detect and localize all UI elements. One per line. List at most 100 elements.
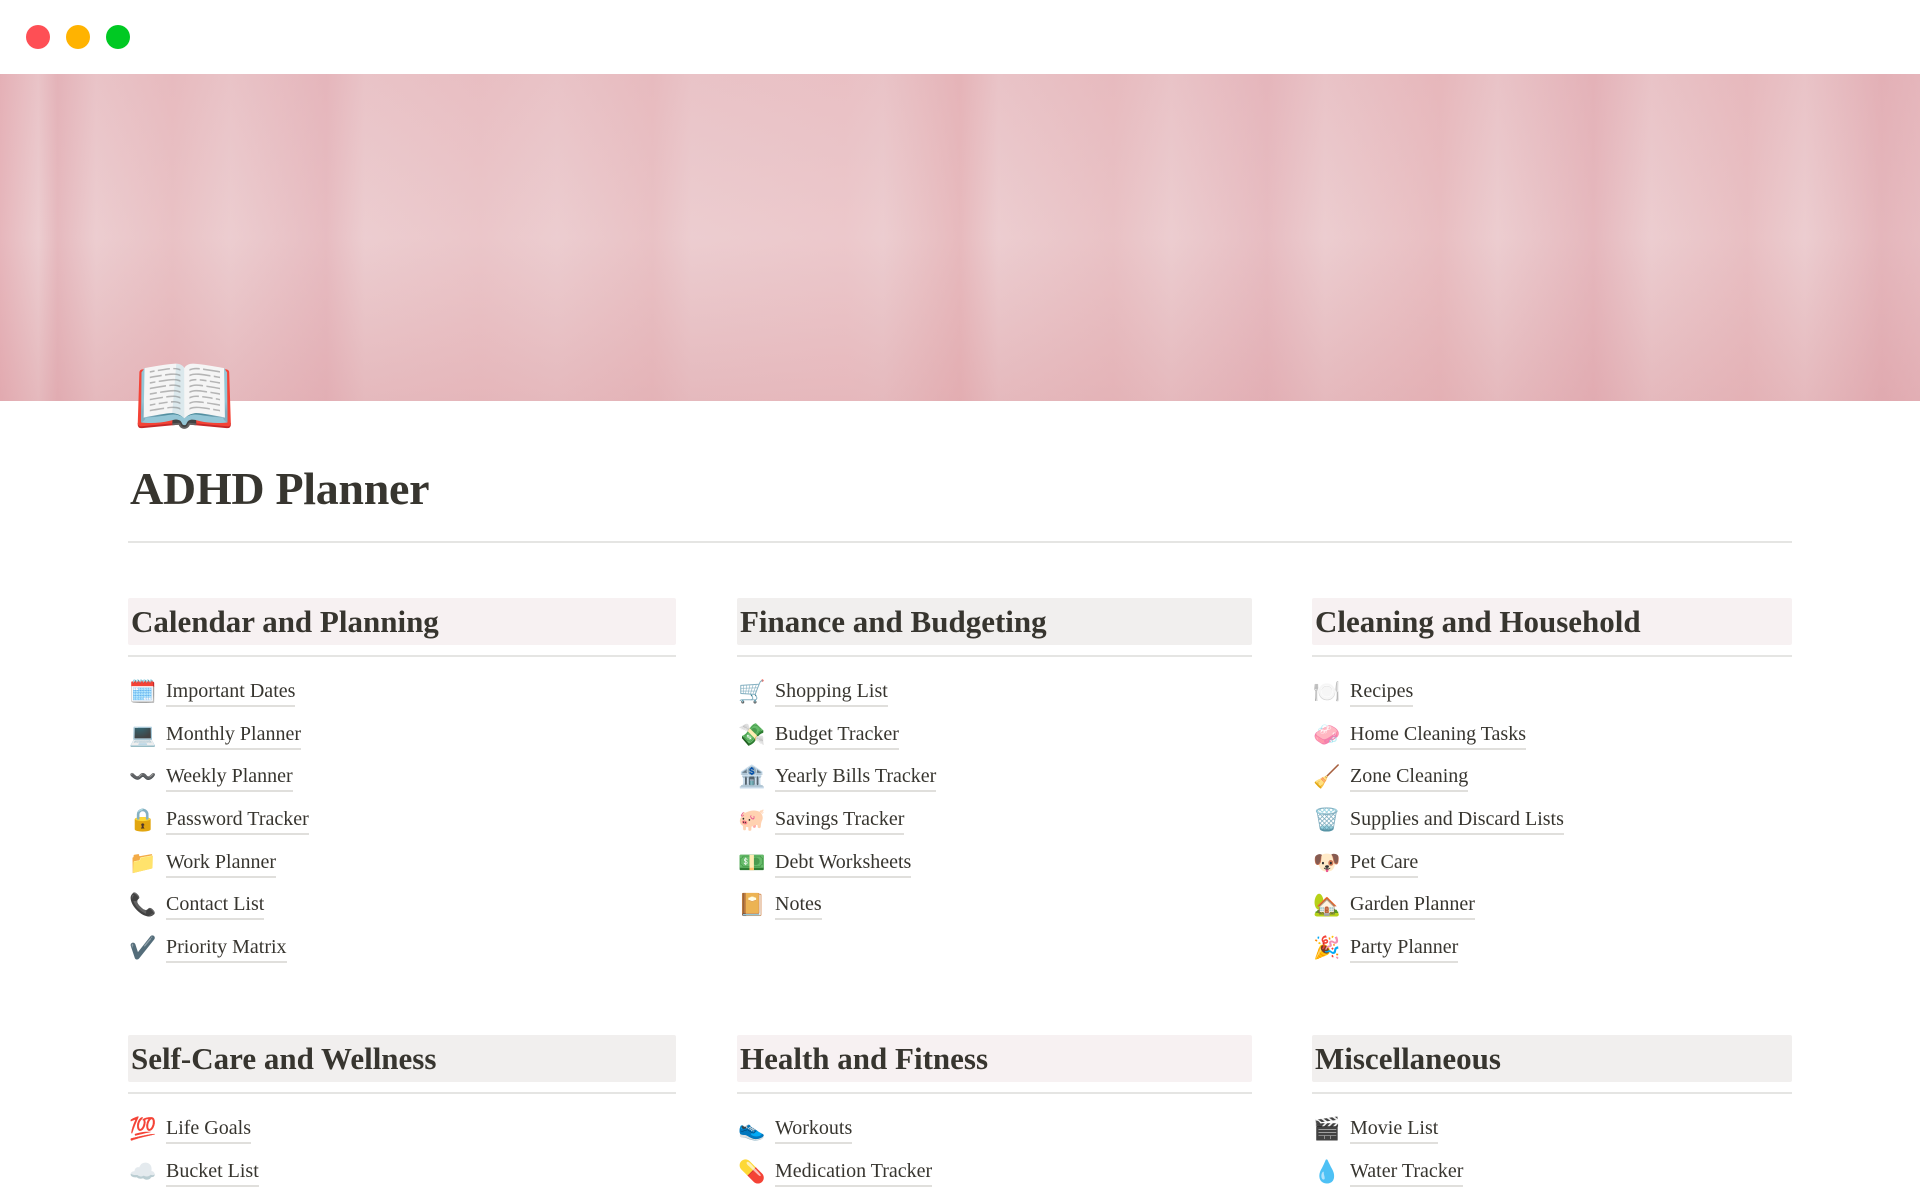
page-link-item[interactable]: 🧼 Home Cleaning Tasks — [1312, 714, 1792, 757]
page-link-item[interactable]: 💵 Debt Worksheets — [737, 842, 1252, 885]
page-link-item[interactable]: 💻 Monthly Planner — [128, 714, 676, 757]
section-divider — [737, 1092, 1252, 1094]
section-divider — [128, 1092, 676, 1094]
page-link-label[interactable]: Life Goals — [166, 1115, 251, 1144]
link-list: 💯 Life Goals ☁️ Bucket List — [128, 1108, 676, 1193]
page-link-label[interactable]: Work Planner — [166, 849, 277, 878]
section-finance-and-budgeting: Finance and Budgeting 🛒 Shopping List 💸 Bud… — [737, 598, 1252, 927]
page-link-item[interactable]: 👟 Workouts — [737, 1108, 1252, 1151]
page-link-item[interactable]: 💸 Budget Tracker — [737, 714, 1252, 757]
page-link-item[interactable]: 🎬 Movie List — [1312, 1108, 1792, 1151]
open-book-icon[interactable]: 📖 — [132, 352, 237, 440]
page-link-item[interactable]: 💯 Life Goals — [128, 1108, 676, 1151]
page-link-item[interactable]: 🎉 Party Planner — [1312, 927, 1792, 970]
page-link-label[interactable]: Recipes — [1350, 678, 1414, 707]
page-title: ADHD Planner — [130, 463, 430, 514]
window-titlebar — [0, 0, 1920, 74]
page-link-label[interactable]: Pet Care — [1350, 849, 1419, 878]
broom-icon: 🧹 — [1313, 765, 1341, 791]
page-link-label[interactable]: Notes — [775, 891, 822, 921]
link-list: 🗓️ Important Dates 💻 Monthly Planner 〰️ Weekl… — [128, 671, 676, 970]
page-link-item[interactable]: 🗑️ Supplies and Discard Lists — [1312, 799, 1792, 842]
link-list: 🍽️ Recipes 🧼 Home Cleaning Tasks 🧹 Zone Clean… — [1312, 671, 1792, 970]
section-miscellaneous: Miscellaneous 🎬 Movie List 💧 Water Tracker — [1312, 1035, 1792, 1193]
page-link-label[interactable]: Party Planner — [1350, 934, 1459, 963]
wastebasket-icon: 🗑️ — [1313, 807, 1341, 833]
page-link-item[interactable]: 〰️ Weekly Planner — [128, 756, 676, 799]
page-link-label[interactable]: Garden Planner — [1350, 891, 1475, 921]
page-link-item[interactable]: 💊 Medication Tracker — [737, 1151, 1252, 1194]
check-mark-icon: ✔️ — [129, 935, 157, 961]
party-popper-icon: 🎉 — [1313, 935, 1341, 961]
shopping-cart-icon: 🛒 — [738, 679, 766, 705]
bank-icon: 🏦 — [738, 765, 766, 791]
page-link-label[interactable]: Water Tracker — [1350, 1158, 1464, 1187]
close-window-button[interactable] — [26, 25, 50, 49]
page-link-label[interactable]: Monthly Planner — [166, 721, 301, 750]
page-link-item[interactable]: 🛒 Shopping List — [737, 671, 1252, 714]
section-heading: Health and Fitness — [737, 1035, 1252, 1082]
link-list: 🛒 Shopping List 💸 Budget Tracker 🏦 Yearly Bil… — [737, 671, 1252, 927]
page-link-label[interactable]: Budget Tracker — [775, 721, 899, 750]
droplet-icon: 💧 — [1313, 1159, 1341, 1185]
page-link-item[interactable]: 📔 Notes — [737, 884, 1252, 927]
section-divider — [1312, 655, 1792, 657]
folder-icon: 📁 — [129, 850, 157, 876]
money-with-wings-icon: 💸 — [738, 722, 766, 748]
page-link-item[interactable]: 🍽️ Recipes — [1312, 671, 1792, 714]
page-link-label[interactable]: Shopping List — [775, 678, 888, 707]
page-link-item[interactable]: 🏦 Yearly Bills Tracker — [737, 756, 1252, 799]
minimize-window-button[interactable] — [66, 25, 90, 49]
zoom-window-button[interactable] — [106, 25, 130, 49]
calendar-icon: 🗓️ — [129, 679, 157, 705]
page-link-label[interactable]: Home Cleaning Tasks — [1350, 721, 1526, 750]
page-link-item[interactable]: 🐶 Pet Care — [1312, 842, 1792, 885]
section-heading: Calendar and Planning — [128, 598, 676, 645]
page-link-label[interactable]: Savings Tracker — [775, 806, 905, 835]
page-link-item[interactable]: 🔒 Password Tracker — [128, 799, 676, 842]
page-link-label[interactable]: Movie List — [1350, 1115, 1439, 1144]
lock-icon: 🔒 — [129, 807, 157, 833]
house-garden-icon: 🏡 — [1313, 893, 1341, 919]
section-heading: Miscellaneous — [1312, 1035, 1792, 1082]
page-link-label[interactable]: Contact List — [166, 891, 265, 921]
clapper-board-icon: 🎬 — [1313, 1116, 1341, 1142]
link-list: 👟 Workouts 💊 Medication Tracker — [737, 1108, 1252, 1193]
link-list: 🎬 Movie List 💧 Water Tracker — [1312, 1108, 1792, 1193]
page-link-label[interactable]: Important Dates — [166, 678, 296, 707]
page-link-item[interactable]: 🧹 Zone Cleaning — [1312, 756, 1792, 799]
section-heading: Self-Care and Wellness — [128, 1035, 676, 1082]
section-heading: Finance and Budgeting — [737, 598, 1252, 645]
page-cover-image — [0, 74, 1920, 401]
section-divider — [1312, 1092, 1792, 1094]
page-link-item[interactable]: 📁 Work Planner — [128, 842, 676, 885]
page-link-label[interactable]: Bucket List — [166, 1158, 259, 1187]
section-divider — [128, 655, 676, 657]
page-link-label[interactable]: Workouts — [775, 1115, 853, 1144]
page-link-item[interactable]: 💧 Water Tracker — [1312, 1151, 1792, 1194]
telephone-icon: 📞 — [129, 893, 157, 919]
page-link-item[interactable]: 🗓️ Important Dates — [128, 671, 676, 714]
wavy-dash-icon: 〰️ — [129, 765, 157, 791]
page-link-item[interactable]: 🐖 Savings Tracker — [737, 799, 1252, 842]
section-self-care-and-wellness: Self-Care and Wellness 💯 Life Goals ☁️ Buck… — [128, 1035, 676, 1193]
page-link-label[interactable]: Password Tracker — [166, 806, 309, 835]
page-link-item[interactable]: 📞 Contact List — [128, 884, 676, 927]
page-link-label[interactable]: Medication Tracker — [775, 1158, 933, 1187]
page-link-label[interactable]: Zone Cleaning — [1350, 763, 1469, 793]
page-link-label[interactable]: Weekly Planner — [166, 763, 293, 793]
page-link-label[interactable]: Debt Worksheets — [775, 849, 912, 878]
title-divider — [128, 541, 1792, 543]
soap-icon: 🧼 — [1313, 722, 1341, 748]
page-link-item[interactable]: ✔️ Priority Matrix — [128, 927, 676, 970]
dog-face-icon: 🐶 — [1313, 850, 1341, 876]
laptop-icon: 💻 — [129, 722, 157, 748]
page-link-label[interactable]: Priority Matrix — [166, 934, 287, 963]
section-cleaning-and-household: Cleaning and Household 🍽️ Recipes 🧼 Home Cl… — [1312, 598, 1792, 970]
page-link-item[interactable]: ☁️ Bucket List — [128, 1151, 676, 1194]
page-link-label[interactable]: Supplies and Discard Lists — [1350, 806, 1564, 835]
section-calendar-and-planning: Calendar and Planning 🗓️ Important Dates 💻… — [128, 598, 676, 970]
page-link-item[interactable]: 🏡 Garden Planner — [1312, 884, 1792, 927]
plate-cutlery-icon: 🍽️ — [1313, 679, 1341, 705]
page-link-label[interactable]: Yearly Bills Tracker — [775, 763, 937, 793]
